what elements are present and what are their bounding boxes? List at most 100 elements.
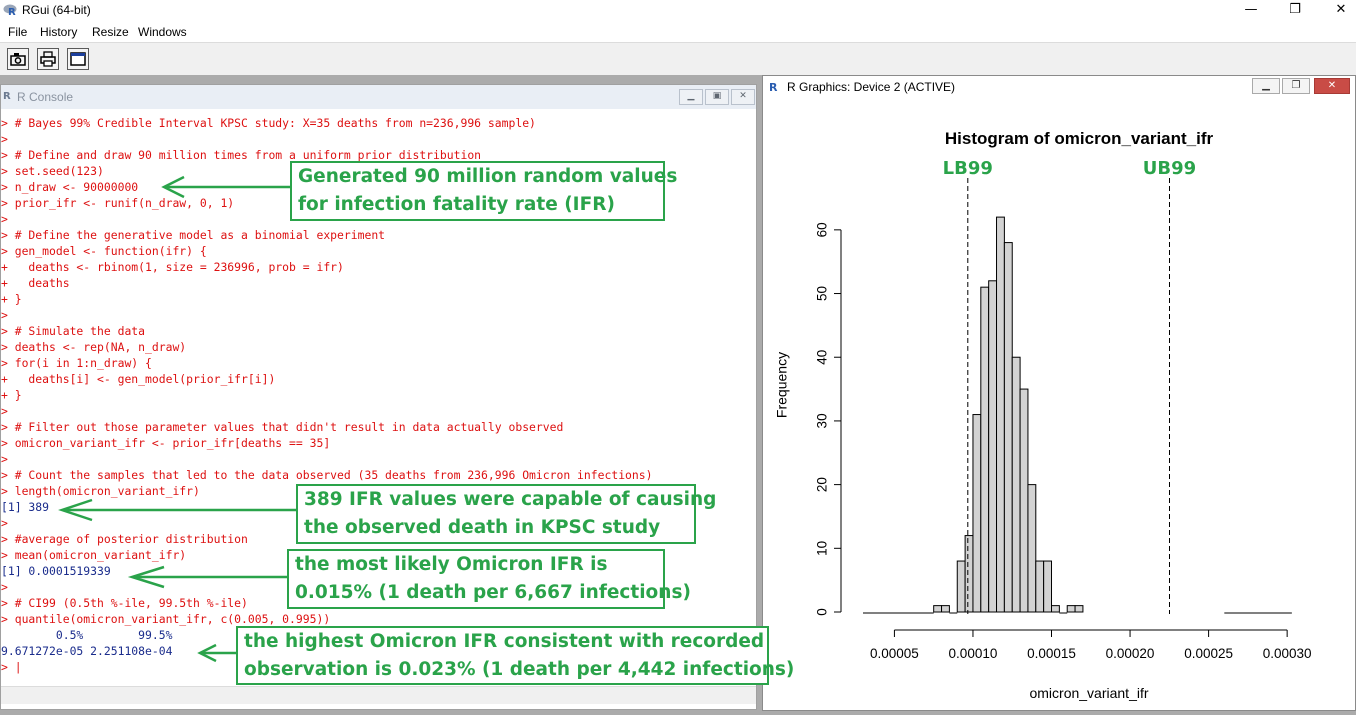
print-icon[interactable]	[37, 48, 59, 70]
console-line: >	[1, 212, 8, 226]
console-line: > # Count the samples that led to the da…	[1, 468, 653, 482]
console-line: 0.5% 99.5%	[1, 628, 180, 642]
y-tick-label: 10	[815, 541, 830, 556]
console-line: > # Define the generative model as a bin…	[1, 228, 386, 242]
console-line: > set.seed(123)	[1, 164, 104, 178]
callout-line: the most likely Omicron IFR is	[295, 554, 608, 575]
console-close-icon[interactable]: ✕	[731, 89, 755, 105]
callout-line: 0.015% (1 death per 6,667 infections)	[295, 582, 691, 603]
camera-icon[interactable]	[7, 48, 29, 70]
console-restore-icon[interactable]: ▣	[705, 89, 729, 105]
callout-line: Generated 90 million random values	[298, 166, 678, 187]
graphics-restore-icon[interactable]: ❐	[1282, 78, 1310, 94]
y-tick-label: 30	[815, 413, 830, 428]
histogram-bar	[956, 560, 966, 613]
r-logo-icon: R	[3, 91, 11, 102]
callout-line: observation is 0.023% (1 death per 4,442…	[244, 659, 795, 680]
console-line: + deaths[i] <- gen_model(prior_ifr[i])	[1, 372, 276, 386]
console-line: >	[1, 516, 8, 530]
graphics-minimize-icon[interactable]: ▁	[1252, 78, 1280, 94]
console-line: > mean(omicron_variant_ifr)	[1, 548, 187, 562]
histogram-bar	[1074, 605, 1084, 613]
x-tick-label: 0.00015	[1027, 646, 1076, 661]
console-line: > n_draw <- 90000000	[1, 180, 139, 194]
histogram-bar	[996, 216, 1005, 613]
histogram-chart: Histogram of omicron_variant_ifr 0.00005 0…	[774, 129, 1312, 701]
console-line: [1] 389	[1, 500, 50, 514]
callout-line: for infection fatality rate (IFR)	[298, 194, 615, 215]
console-title: R Console	[17, 90, 74, 104]
console-line: > gen_model <- function(ifr) {	[1, 244, 207, 258]
graphics-titlebar: R R Graphics: Device 2 (ACTIVE) ▁ ❐ ✕	[763, 76, 1355, 98]
y-tick-label: 0	[815, 608, 830, 616]
console-line: [1] 0.0001519339	[1, 564, 111, 578]
close-icon[interactable]: ✕	[1318, 0, 1356, 22]
x-tick-label: 0.00030	[1263, 646, 1312, 661]
callout-line: the observed death in KPSC study	[304, 517, 661, 538]
console-line: > quantile(omicron_variant_ifr, c(0.005,…	[1, 612, 331, 626]
histogram-bar	[1066, 605, 1076, 613]
histogram-bar	[988, 280, 998, 613]
x-tick-label: 0.00020	[1106, 646, 1155, 661]
histogram-bar	[980, 286, 990, 613]
x-tick-label: 0.00010	[949, 646, 998, 661]
graphics-title: R Graphics: Device 2 (ACTIVE)	[787, 80, 956, 94]
restore-icon[interactable]: ❐	[1272, 0, 1318, 22]
histogram-bar	[1043, 560, 1053, 613]
r-logo-icon: R	[769, 81, 778, 94]
histogram-bar	[1003, 242, 1013, 613]
x-tick-label: 0.00005	[870, 646, 919, 661]
console-line: > for(i in 1:n_draw) {	[1, 356, 152, 370]
console-line: >	[1, 404, 8, 418]
console-line: > |	[1, 660, 22, 674]
console-line: > # Define and draw 90 million times fro…	[1, 148, 482, 162]
console-line: + deaths	[1, 276, 70, 290]
console-line: > prior_ifr <- runif(n_draw, 0, 1)	[1, 196, 235, 210]
histogram-bar	[1051, 605, 1060, 613]
console-line: + }	[1, 388, 22, 402]
chart-title: Histogram of omicron_variant_ifr	[945, 129, 1214, 148]
menu-file[interactable]: File	[8, 25, 27, 39]
y-tick-label: 60	[815, 222, 830, 237]
console-line: 9.671272e-05 2.251108e-04	[1, 644, 180, 658]
console-line: > # Filter out those parameter values th…	[1, 420, 564, 434]
app-titlebar: R RGui (64-bit) — ❐ ✕	[0, 0, 1356, 22]
svg-text:R: R	[8, 7, 16, 17]
console-line: > omicron_variant_ifr <- prior_ifr[death…	[1, 436, 331, 450]
console-line: >	[1, 452, 8, 466]
r-logo-icon: R	[3, 4, 17, 17]
console-horizontal-scrollbar[interactable]	[1, 686, 756, 704]
y-tick-label: 40	[815, 350, 830, 365]
histogram-bar	[1027, 484, 1037, 613]
console-line: > # CI99 (0.5th %-ile, 99.5th %-ile)	[1, 596, 248, 610]
callout-mean: the most likely Omicron IFR is 0.015% (1…	[287, 549, 691, 609]
console-line: >	[1, 132, 8, 146]
minimize-icon[interactable]: —	[1228, 0, 1274, 22]
callout-line: the highest Omicron IFR consistent with …	[244, 631, 765, 652]
histogram-bar	[933, 605, 943, 613]
window-icon[interactable]	[67, 48, 89, 70]
r-graphics-window[interactable]: R R Graphics: Device 2 (ACTIVE) ▁ ❐ ✕ Hi…	[762, 75, 1356, 711]
menu-windows[interactable]: Windows	[138, 25, 187, 39]
toolbar	[0, 42, 1356, 76]
histogram-bar	[941, 605, 950, 613]
graphics-close-icon[interactable]: ✕	[1314, 78, 1350, 94]
console-line: >	[1, 308, 8, 322]
histogram-bar	[964, 535, 974, 613]
menu-resize[interactable]: Resize	[92, 25, 129, 39]
credible-interval-label: LB99	[943, 158, 993, 179]
menu-history[interactable]: History	[40, 25, 77, 39]
console-line: >	[1, 580, 8, 594]
histogram-bar	[1035, 560, 1045, 613]
console-line: > deaths <- rep(NA, n_draw)	[1, 340, 187, 354]
callout-90-million: Generated 90 million random values for i…	[290, 161, 678, 221]
app-title: RGui (64-bit)	[22, 3, 91, 17]
console-minimize-icon[interactable]: ▁	[679, 89, 703, 105]
y-tick-label: 20	[815, 477, 830, 492]
console-line: > length(omicron_variant_ifr)	[1, 484, 200, 498]
console-line: + deaths <- rbinom(1, size = 236996, pro…	[1, 260, 344, 274]
histogram-bar	[1011, 356, 1021, 613]
console-line: > # Simulate the data	[1, 324, 146, 338]
console-line: > # Bayes 99% Credible Interval KPSC stu…	[1, 116, 536, 130]
x-axis-label: omicron_variant_ifr	[1029, 685, 1148, 701]
